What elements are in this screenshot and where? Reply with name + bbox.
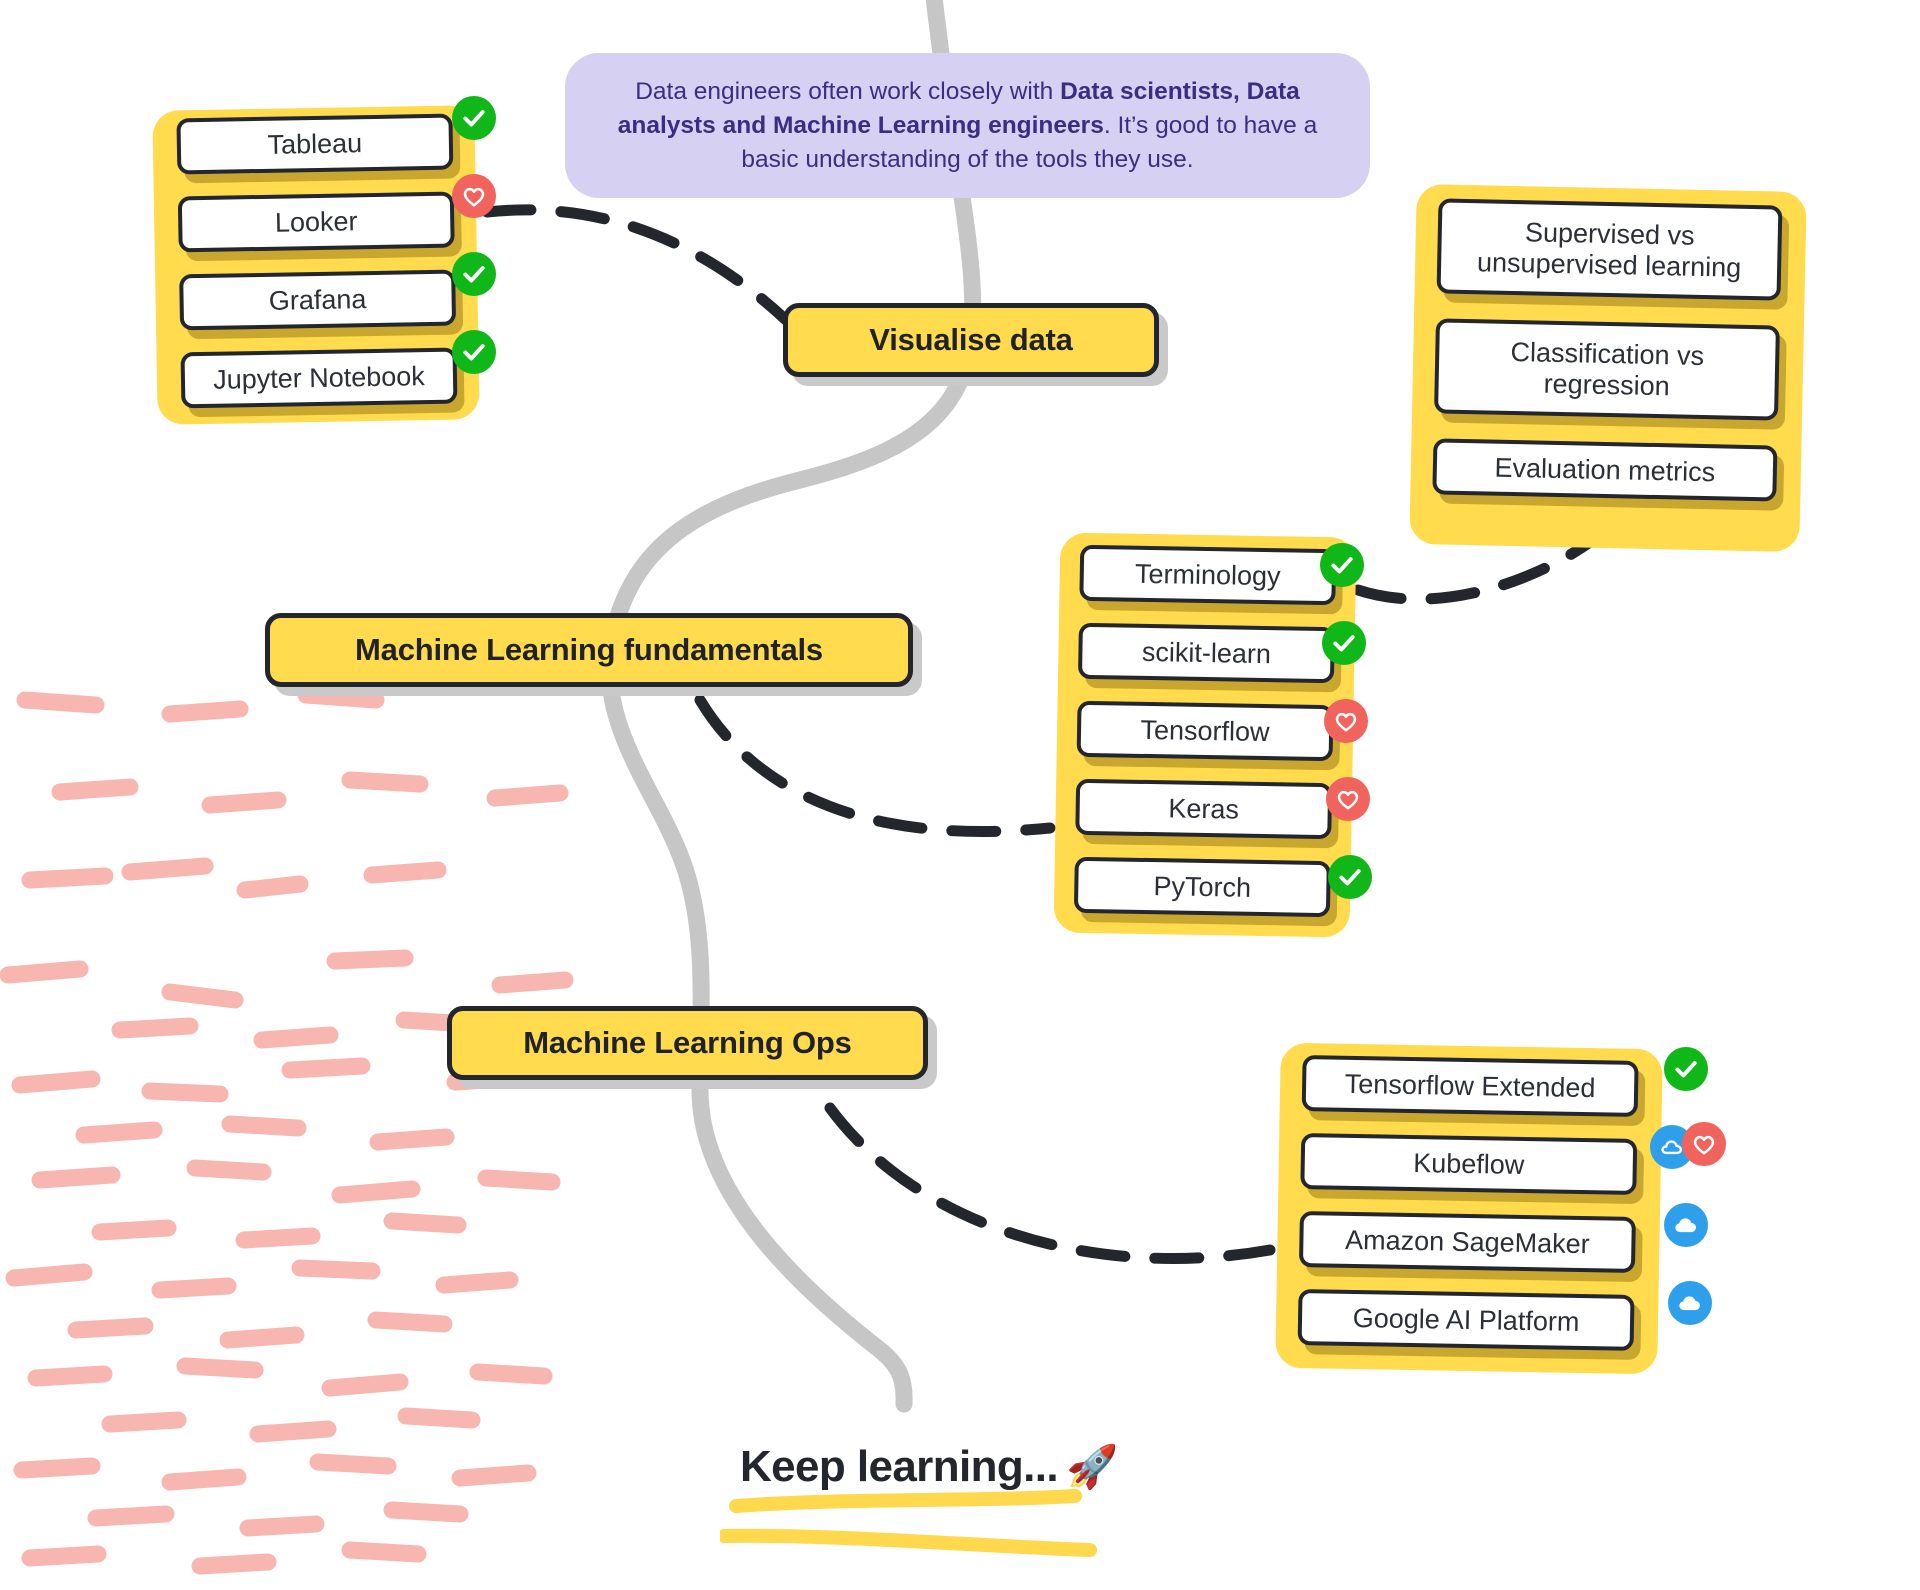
- rocket-icon: 🚀: [1066, 1442, 1118, 1490]
- roadmap-canvas: Data engineers often work closely with D…: [0, 0, 1920, 1590]
- heart-icon[interactable]: [452, 174, 496, 218]
- cloud-icon[interactable]: [1668, 1281, 1712, 1325]
- heart-icon[interactable]: [1682, 1122, 1726, 1166]
- check-icon[interactable]: [1320, 543, 1364, 587]
- topic-node-ml-fundamentals[interactable]: Machine Learning fundamentals: [265, 613, 913, 687]
- check-icon[interactable]: [452, 96, 496, 140]
- card-label: Evaluation metrics: [1494, 452, 1716, 488]
- topic-label: Machine Learning fundamentals: [355, 632, 823, 667]
- heart-icon[interactable]: [1324, 699, 1368, 743]
- card-label: Grafana: [268, 284, 367, 316]
- topic-label: Visualise data: [869, 322, 1073, 357]
- card-label: Tableau: [267, 128, 363, 160]
- card-label: Tensorflow Extended: [1344, 1068, 1596, 1104]
- card-grafana[interactable]: Grafana: [179, 269, 457, 331]
- card-jupyter-notebook[interactable]: Jupyter Notebook: [180, 347, 458, 409]
- card-keras[interactable]: Keras: [1075, 778, 1333, 840]
- check-icon[interactable]: [1322, 621, 1366, 665]
- check-icon[interactable]: [452, 252, 496, 296]
- note-text-part1: Data engineers often work closely with: [635, 78, 1061, 105]
- check-icon[interactable]: [452, 330, 496, 374]
- card-classification-vs-regression[interactable]: Classification vs regression: [1434, 318, 1780, 421]
- card-label: Kubeflow: [1412, 1147, 1525, 1180]
- cloud-icon[interactable]: [1664, 1203, 1708, 1247]
- card-tableau[interactable]: Tableau: [176, 113, 454, 175]
- card-label: Keras: [1168, 793, 1240, 825]
- card-tensorflow[interactable]: Tensorflow: [1076, 700, 1334, 762]
- card-tensorflow-extended[interactable]: Tensorflow Extended: [1301, 1055, 1639, 1117]
- card-label: Terminology: [1134, 558, 1281, 592]
- info-note: Data engineers often work closely with D…: [565, 53, 1370, 199]
- card-label: Tensorflow: [1140, 714, 1270, 747]
- card-supervised-vs-unsupervised[interactable]: Supervised vs unsupervised learning: [1436, 198, 1783, 301]
- card-amazon-sagemaker[interactable]: Amazon SageMaker: [1298, 1211, 1636, 1273]
- card-label: Jupyter Notebook: [212, 360, 426, 395]
- card-label: Google AI Platform: [1352, 1302, 1580, 1337]
- card-terminology[interactable]: Terminology: [1079, 544, 1337, 606]
- card-label: Supervised vs unsupervised learning: [1476, 217, 1742, 283]
- keep-learning-underline: [720, 1489, 1097, 1557]
- check-icon[interactable]: [1328, 855, 1372, 899]
- card-google-ai-platform[interactable]: Google AI Platform: [1297, 1289, 1635, 1351]
- card-label: scikit-learn: [1141, 636, 1272, 670]
- card-label: Amazon SageMaker: [1344, 1224, 1590, 1259]
- check-icon[interactable]: [1664, 1047, 1708, 1091]
- cluster-ml-libraries: Terminology scikit-learn Tensorflow Kera…: [1053, 532, 1357, 938]
- keep-learning-text: Keep learning... 🚀: [740, 1442, 1118, 1492]
- card-label: Classification vs regression: [1510, 337, 1705, 401]
- card-pytorch[interactable]: PyTorch: [1073, 856, 1331, 918]
- keep-learning-label: Keep learning...: [740, 1442, 1059, 1491]
- cluster-mlops-tools: Tensorflow Extended Kubeflow Amazon Sage…: [1275, 1042, 1663, 1375]
- card-scikit-learn[interactable]: scikit-learn: [1077, 622, 1335, 684]
- topic-node-ml-ops[interactable]: Machine Learning Ops: [447, 1006, 928, 1080]
- card-evaluation-metrics[interactable]: Evaluation metrics: [1432, 438, 1778, 502]
- card-looker[interactable]: Looker: [177, 191, 455, 253]
- card-label: PyTorch: [1153, 871, 1252, 903]
- card-label: Looker: [274, 206, 358, 238]
- cluster-visualisation-tools: Tableau Looker Grafana Jupyter Notebook: [152, 105, 480, 425]
- topic-node-visualise-data[interactable]: Visualise data: [783, 303, 1159, 377]
- card-kubeflow[interactable]: Kubeflow: [1300, 1133, 1638, 1195]
- heart-icon[interactable]: [1326, 777, 1370, 821]
- topic-label: Machine Learning Ops: [523, 1025, 852, 1060]
- cluster-ml-concepts: Supervised vs unsupervised learning Clas…: [1409, 183, 1807, 553]
